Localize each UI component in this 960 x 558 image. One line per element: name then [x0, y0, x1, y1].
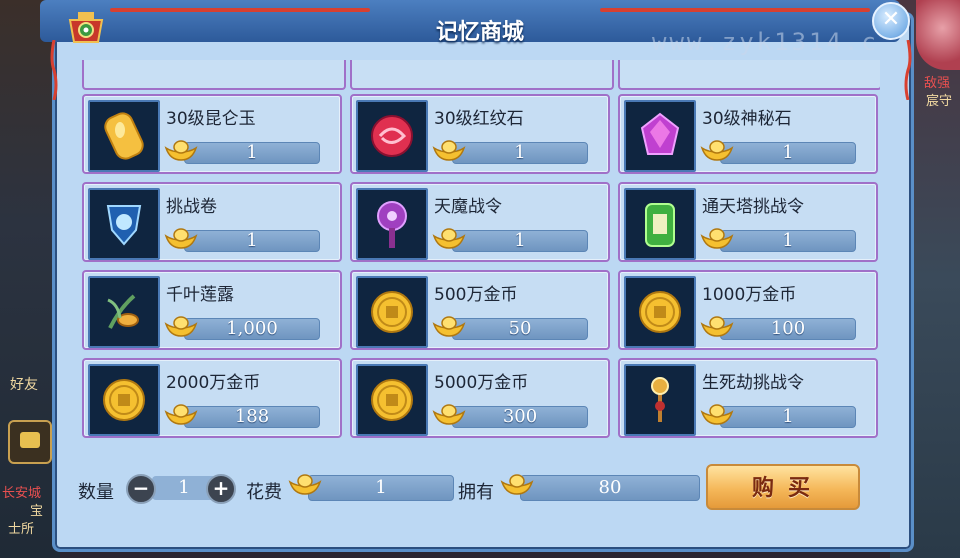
item-thumbnail — [624, 188, 696, 260]
shop-item-card[interactable]: 30级昆仑玉 1 — [82, 94, 342, 174]
lotus-dew-icon — [107, 294, 139, 329]
gold-ingot-icon — [164, 316, 198, 337]
increase-quantity-button[interactable]: + — [206, 474, 236, 504]
side-text-fragment: 宝 — [30, 504, 44, 519]
gold-ingot-icon — [432, 404, 466, 425]
rope-ornament-right — [904, 40, 912, 100]
gold-coin-icon — [639, 291, 681, 333]
item-name: 挑战卷 — [166, 197, 217, 217]
demon-war-token-icon — [377, 201, 407, 248]
item-thumbnail — [356, 276, 428, 348]
quantity-label: 数量 — [78, 482, 114, 503]
item-price: 1 — [720, 142, 856, 164]
decorative-ribbon — [110, 8, 370, 12]
item-thumbnail — [88, 188, 160, 260]
item-price: 1 — [720, 406, 856, 428]
item-thumbnail — [88, 100, 160, 172]
gold-ingot-icon — [500, 474, 534, 495]
mystery-stone-icon — [640, 112, 680, 155]
gold-ingot-icon — [700, 404, 734, 425]
cost-label: 花费 — [246, 482, 282, 503]
chat-icon[interactable] — [8, 420, 52, 464]
item-thumbnail — [624, 364, 696, 436]
shop-item-card[interactable]: 生死劫挑战令 1 — [618, 358, 878, 438]
item-thumbnail — [88, 364, 160, 436]
decrease-quantity-button[interactable]: − — [126, 474, 156, 504]
item-name: 30级红纹石 — [434, 109, 524, 129]
list-item-partial[interactable] — [82, 60, 346, 90]
item-price: 50 — [452, 318, 588, 340]
item-thumbnail — [356, 100, 428, 172]
gold-coin-icon — [371, 291, 413, 333]
item-name: 5000万金币 — [434, 373, 529, 393]
shop-item-card[interactable]: 5000万金币 300 — [350, 358, 610, 438]
item-name: 天魔战令 — [434, 197, 502, 217]
challenge-scroll-icon — [106, 205, 142, 246]
item-thumbnail — [624, 276, 696, 348]
item-name: 500万金币 — [434, 285, 518, 305]
item-price: 100 — [720, 318, 856, 340]
item-thumbnail — [356, 188, 428, 260]
item-thumbnail — [356, 364, 428, 436]
side-text-fragment: 宸守 — [926, 94, 953, 109]
gold-ingot-icon — [164, 404, 198, 425]
decorative-ribbon — [600, 8, 870, 12]
item-thumbnail — [624, 100, 696, 172]
gold-ingot-icon — [700, 228, 734, 249]
gold-ingot-icon — [288, 474, 322, 495]
item-name: 30级昆仑玉 — [166, 109, 256, 129]
gold-ingot-icon — [432, 228, 466, 249]
side-text-fragment: 敌强 — [924, 76, 951, 91]
shop-item-card[interactable]: 30级红纹石 1 — [350, 94, 610, 174]
buy-button[interactable]: 购买 — [706, 464, 860, 510]
shop-item-card[interactable]: 通天塔挑战令 1 — [618, 182, 878, 262]
cost-value: 1 — [308, 475, 454, 501]
list-item-partial[interactable] — [618, 60, 880, 90]
item-list[interactable]: 30级昆仑玉 1 30级红纹石 1 30级神秘石 1 挑战卷 1 天魔战令 1 通天塔挑战令 1 千叶莲… — [80, 60, 880, 448]
item-price: 1 — [184, 142, 320, 164]
friends-label[interactable]: 好友 — [10, 374, 38, 394]
item-price: 300 — [452, 406, 588, 428]
gold-ingot-icon — [432, 140, 466, 161]
item-price: 1 — [452, 230, 588, 252]
list-item-partial[interactable] — [350, 60, 614, 90]
item-name: 通天塔挑战令 — [702, 197, 804, 217]
tower-challenge-token-icon — [645, 203, 675, 247]
shop-item-card[interactable]: 挑战卷 1 — [82, 182, 342, 262]
owned-label: 拥有 — [458, 482, 494, 503]
gold-coin-icon — [371, 379, 413, 421]
item-price: 1 — [452, 142, 588, 164]
item-thumbnail — [88, 276, 160, 348]
red-pattern-stone-icon — [371, 115, 413, 157]
gold-ingot-icon — [700, 140, 734, 161]
watermark: www.zyk1314.c — [652, 28, 879, 56]
shop-item-card[interactable]: 1000万金币 100 — [618, 270, 878, 350]
shop-item-card[interactable]: 千叶莲露 1,000 — [82, 270, 342, 350]
life-death-token-icon — [651, 377, 669, 422]
shop-item-card[interactable]: 500万金币 50 — [350, 270, 610, 350]
item-name: 1000万金币 — [702, 285, 797, 305]
gold-coin-icon — [103, 379, 145, 421]
item-price: 1 — [720, 230, 856, 252]
item-name: 30级神秘石 — [702, 109, 792, 129]
rope-ornament-left — [50, 40, 58, 100]
item-price: 1 — [184, 230, 320, 252]
shop-item-card[interactable]: 2000万金币 188 — [82, 358, 342, 438]
side-text-fragment: 士所 — [8, 522, 35, 537]
item-name: 千叶莲露 — [166, 285, 234, 305]
location-text: 长安城 — [2, 486, 42, 501]
lantern-icon — [68, 12, 104, 43]
gold-ingot-icon — [164, 228, 198, 249]
item-name: 生死劫挑战令 — [702, 373, 804, 393]
owned-value: 80 — [520, 475, 700, 501]
kunlun-jade-icon — [104, 112, 144, 160]
item-price: 1,000 — [184, 318, 320, 340]
item-price: 188 — [184, 406, 320, 428]
item-name: 2000万金币 — [166, 373, 261, 393]
shop-item-card[interactable]: 30级神秘石 1 — [618, 94, 878, 174]
gold-ingot-icon — [700, 316, 734, 337]
shop-item-card[interactable]: 天魔战令 1 — [350, 182, 610, 262]
gold-ingot-icon — [432, 316, 466, 337]
gold-ingot-icon — [164, 140, 198, 161]
